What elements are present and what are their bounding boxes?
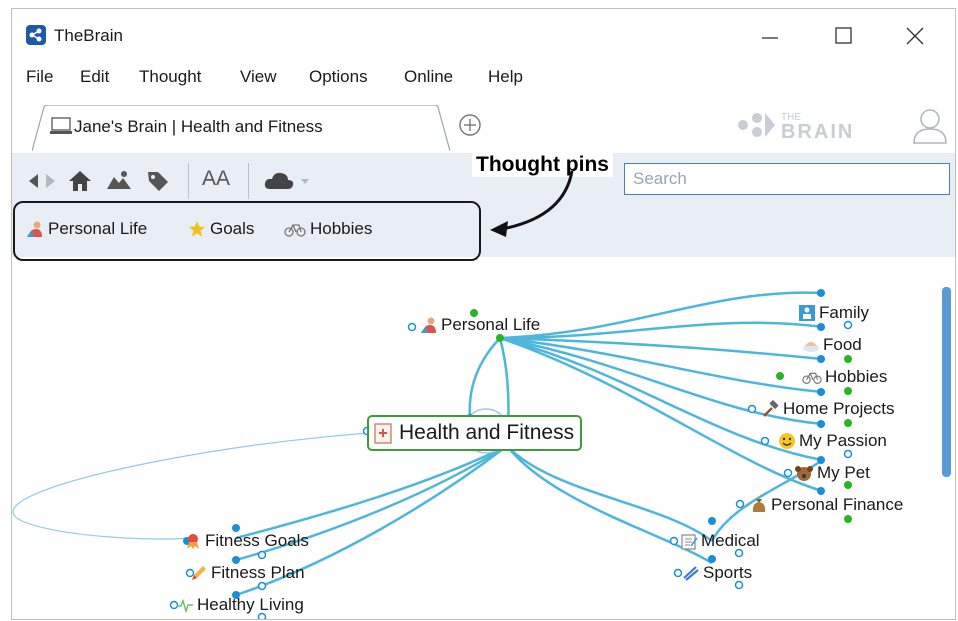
plex-view[interactable]: Personal Life Health and Fitness Family … [12,263,955,619]
node-personal-finance[interactable]: Personal Finance [750,495,903,515]
food-icon [803,342,819,352]
user-avatar-icon[interactable] [910,105,950,145]
laptop-icon [50,117,72,134]
node-home-projects[interactable]: Home Projects [762,399,894,419]
node-personal-life[interactable]: Personal Life [420,315,540,335]
node-label: Family [819,303,870,322]
close-button[interactable] [892,19,938,53]
node-fitness-goals[interactable]: Fitness Goals [184,531,309,551]
node-label: Medical [701,531,760,550]
central-thought[interactable]: Health and Fitness [367,415,583,451]
node-label: Personal Finance [771,495,904,514]
medical-chart-icon [374,423,392,444]
minimize-button[interactable] [747,19,793,53]
node-label: Sports [703,563,753,582]
pencil-icon [192,566,206,580]
callout-arrow [490,170,574,237]
menu-file[interactable]: File [26,67,53,87]
search-input[interactable] [624,163,950,195]
node-my-passion[interactable]: My Passion [778,431,887,451]
node-label: Healthy Living [197,595,304,614]
app-logo-icon [26,25,46,45]
node-medical[interactable]: Medical [680,531,760,551]
cloud-sync-icon[interactable] [264,169,316,193]
bicycle-icon [802,372,822,384]
title-bar: TheBrain [12,9,955,59]
menu-view[interactable]: View [240,67,277,87]
family-icon [799,305,815,321]
node-fitness-plan[interactable]: Fitness Plan [190,563,305,583]
pins-highlight-frame [13,201,481,261]
minimize-icon [762,37,778,39]
tab-strip: Jane's Brain | Health and Fitness THE BR… [12,105,955,153]
forward-icon[interactable] [44,169,58,193]
menu-help[interactable]: Help [488,67,523,87]
smiley-icon [779,433,795,449]
node-label: Home Projects [783,399,895,418]
menu-thought[interactable]: Thought [139,67,201,87]
menu-edit[interactable]: Edit [80,67,109,87]
node-label: My Pet [817,463,870,482]
toolbar-separator [188,163,189,199]
node-label: Fitness Plan [211,563,305,582]
node-label: Food [823,335,862,354]
node-label: Fitness Goals [205,531,309,550]
maximize-button[interactable] [821,19,867,53]
thebrain-logo: THE BRAIN [738,112,854,143]
node-label: Personal Life [441,315,541,334]
skis-icon [683,566,699,581]
add-tab-icon[interactable] [458,113,482,137]
menu-online[interactable]: Online [404,67,453,87]
tag-icon[interactable] [146,169,170,193]
plex-scrollbar[interactable] [942,287,951,477]
hammer-icon [763,400,779,417]
money-bag-icon [752,499,766,512]
brain-map-icon[interactable] [106,169,132,193]
node-sports[interactable]: Sports [682,563,752,583]
dog-icon [795,466,813,481]
node-label: Hobbies [825,367,888,386]
heartbeat-icon [177,598,193,614]
ribbon-icon [187,534,199,549]
menu-bar: File Edit Thought View Options Online He… [12,67,955,93]
home-icon[interactable] [68,169,92,193]
node-food[interactable]: Food [802,335,862,355]
person-icon [421,317,436,333]
app-title: TheBrain [54,26,123,45]
tab-label: Jane's Brain | Health and Fitness [74,117,323,136]
node-healthy-living[interactable]: Healthy Living [176,595,304,615]
maximize-icon [835,27,852,44]
app-window: TheBrain File Edit Thought View Options … [11,8,956,620]
back-icon[interactable] [26,169,40,193]
clipboard-icon [681,534,698,550]
node-my-pet[interactable]: My Pet [794,463,870,483]
close-icon [906,27,924,45]
font-size-button[interactable]: AA [202,167,230,191]
node-label: My Passion [799,431,887,450]
menu-options[interactable]: Options [309,67,368,87]
tab-janes-brain[interactable]: Jane's Brain | Health and Fitness [32,105,450,151]
logo-text-bottom: BRAIN [781,121,854,143]
node-hobbies[interactable]: Hobbies [802,367,887,387]
central-label: Health and Fitness [399,421,575,444]
node-family[interactable]: Family [798,303,869,323]
toolbar-separator [248,163,249,199]
